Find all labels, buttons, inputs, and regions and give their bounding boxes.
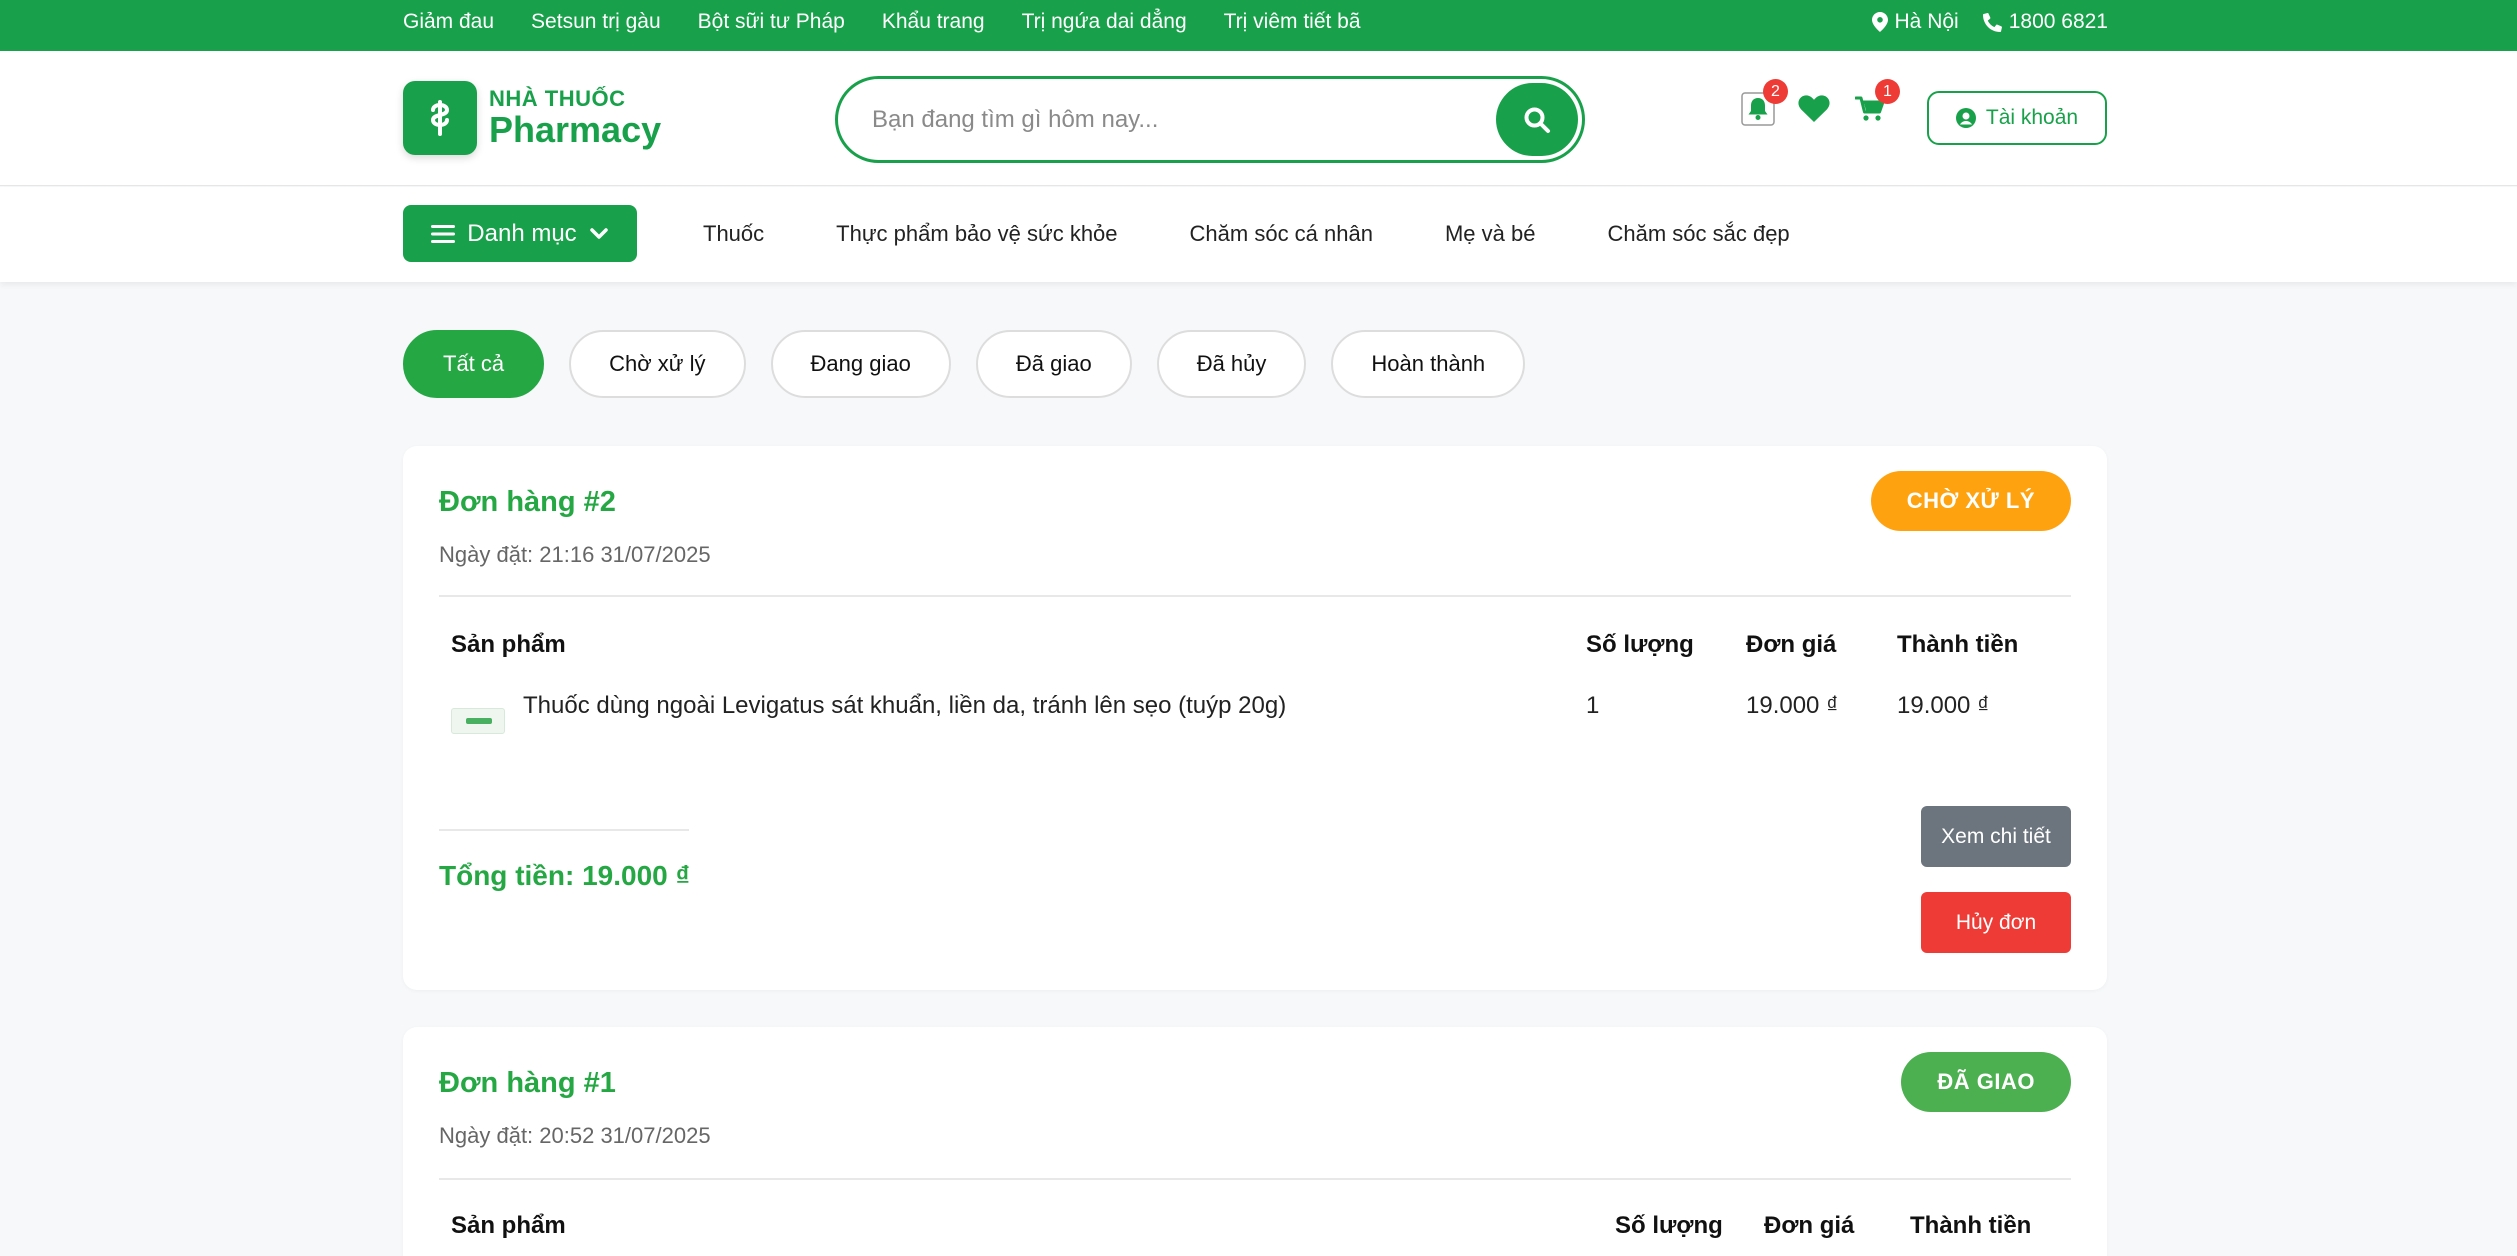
logo-title: Pharmacy: [489, 109, 662, 150]
filter-shipping[interactable]: Đang giao: [770, 330, 951, 398]
filter-delivered[interactable]: Đã giao: [975, 330, 1132, 398]
logo-text: NHÀ THUỐC Pharmacy: [489, 87, 661, 149]
filter-all[interactable]: Tất cả: [403, 330, 545, 398]
divider: [439, 1178, 2071, 1180]
view-detail-button[interactable]: Xem chi tiết: [1921, 806, 2071, 867]
category-label: Danh mục: [467, 219, 577, 247]
top-links: Giảm đau Setsun trị gàu Bột sữi tư Pháp …: [403, 0, 1361, 44]
order-date: Ngày đặt: 20:52 31/07/2025: [439, 1123, 711, 1148]
nav-item[interactable]: Mẹ và bé: [1445, 221, 1536, 247]
top-link[interactable]: Trị viêm tiết bã: [1224, 10, 1361, 34]
order-total: Tổng tiền: 19.000 ₫: [439, 860, 690, 891]
phone-icon: [1982, 12, 2002, 32]
nav-item[interactable]: Thực phẩm bảo vệ sức khỏe: [836, 221, 1117, 247]
main-nav: Danh mục Thuốc Thực phẩm bảo vệ sức khỏe…: [0, 187, 2517, 282]
header: NHÀ THUỐC Pharmacy 2 1 Tài khoản: [0, 51, 2517, 186]
filter-completed[interactable]: Hoàn thành: [1331, 330, 1526, 398]
top-link[interactable]: Giảm đau: [403, 10, 494, 34]
column-header-subtotal: Thành tiền: [1910, 1212, 2032, 1239]
account-button[interactable]: Tài khoản: [1927, 91, 2107, 145]
column-header-price: Đơn giá: [1746, 631, 1837, 658]
column-header-quantity: Số lượng: [1586, 631, 1694, 658]
top-bar: Giảm đau Setsun trị gàu Bột sữi tư Pháp …: [0, 0, 2517, 51]
top-link[interactable]: Trị ngứa dai dẳng: [1022, 10, 1187, 34]
heart-icon: [1798, 95, 1830, 122]
order-card: Đơn hàng #2 Ngày đặt: 21:16 31/07/2025 C…: [403, 446, 2107, 990]
column-header-product: Sản phẩm: [451, 1212, 566, 1239]
top-link[interactable]: Bột sữi tư Pháp: [698, 10, 845, 34]
phone-link[interactable]: 1800 6821: [1982, 10, 2108, 34]
divider: [439, 829, 689, 831]
top-link[interactable]: Khẩu trang: [882, 10, 985, 34]
nav-item[interactable]: Chăm sóc sắc đẹp: [1607, 221, 1789, 247]
cart-button[interactable]: 1: [1852, 79, 1900, 127]
column-header-quantity: Số lượng: [1615, 1212, 1723, 1239]
chevron-down-icon: [589, 227, 608, 239]
notification-badge: 2: [1763, 79, 1788, 104]
notification-button[interactable]: 2: [1740, 79, 1788, 127]
nav-item[interactable]: Chăm sóc cá nhân: [1190, 221, 1373, 247]
wishlist-button[interactable]: [1796, 91, 1832, 127]
column-header-subtotal: Thành tiền: [1897, 631, 2019, 658]
search-bar: [835, 76, 1585, 163]
nav-links: Thuốc Thực phẩm bảo vệ sức khỏe Chăm sóc…: [703, 205, 1790, 262]
map-pin-icon: [1871, 12, 1888, 32]
filter-cancelled[interactable]: Đã hủy: [1156, 330, 1307, 398]
search-button[interactable]: [1496, 83, 1578, 156]
cancel-order-button[interactable]: Hủy đơn: [1921, 892, 2071, 953]
order-title: Đơn hàng #2: [439, 486, 616, 518]
top-contact: Hà Nội 1800 6821: [1871, 0, 2108, 44]
product-price: 19.000 ₫: [1746, 692, 1839, 719]
search-input[interactable]: [872, 97, 1472, 143]
order-card: Đơn hàng #1 Ngày đặt: 20:52 31/07/2025 Đ…: [403, 1027, 2107, 1256]
product-thumbnail: [451, 708, 505, 734]
order-status-filters: Tất cả Chờ xử lý Đang giao Đã giao Đã hủ…: [403, 330, 1526, 398]
account-label: Tài khoản: [1985, 106, 2079, 129]
user-circle-icon: [1955, 108, 1976, 128]
phone-text: 1800 6821: [2008, 10, 2108, 33]
product-subtotal: 19.000 ₫: [1897, 692, 1990, 719]
product-quantity: 1: [1586, 692, 1600, 719]
logo-mark-icon: [403, 81, 477, 155]
logo-subtitle: NHÀ THUỐC: [489, 86, 626, 111]
cart-badge: 1: [1875, 79, 1900, 104]
location-text: Hà Nội: [1894, 10, 1959, 33]
column-header-price: Đơn giá: [1764, 1212, 1855, 1239]
order-title: Đơn hàng #1: [439, 1067, 616, 1099]
location-link[interactable]: Hà Nội: [1871, 10, 1959, 34]
status-badge: CHỜ XỬ LÝ: [1870, 471, 2071, 531]
top-link[interactable]: Setsun trị gàu: [531, 10, 661, 34]
category-menu-button[interactable]: Danh mục: [403, 205, 637, 262]
search-icon: [1524, 107, 1550, 133]
column-header-product: Sản phẩm: [451, 631, 566, 658]
logo[interactable]: NHÀ THUỐC Pharmacy: [403, 81, 661, 155]
status-badge: ĐÃ GIAO: [1901, 1052, 2071, 1112]
filter-pending[interactable]: Chờ xử lý: [569, 330, 746, 398]
header-icons: 2 1: [1740, 79, 1900, 127]
divider: [439, 595, 2071, 597]
order-date: Ngày đặt: 21:16 31/07/2025: [439, 542, 711, 567]
nav-item[interactable]: Thuốc: [703, 221, 764, 247]
product-name[interactable]: Thuốc dùng ngoài Levigatus sát khuẩn, li…: [523, 692, 1286, 720]
menu-icon: [431, 224, 456, 243]
